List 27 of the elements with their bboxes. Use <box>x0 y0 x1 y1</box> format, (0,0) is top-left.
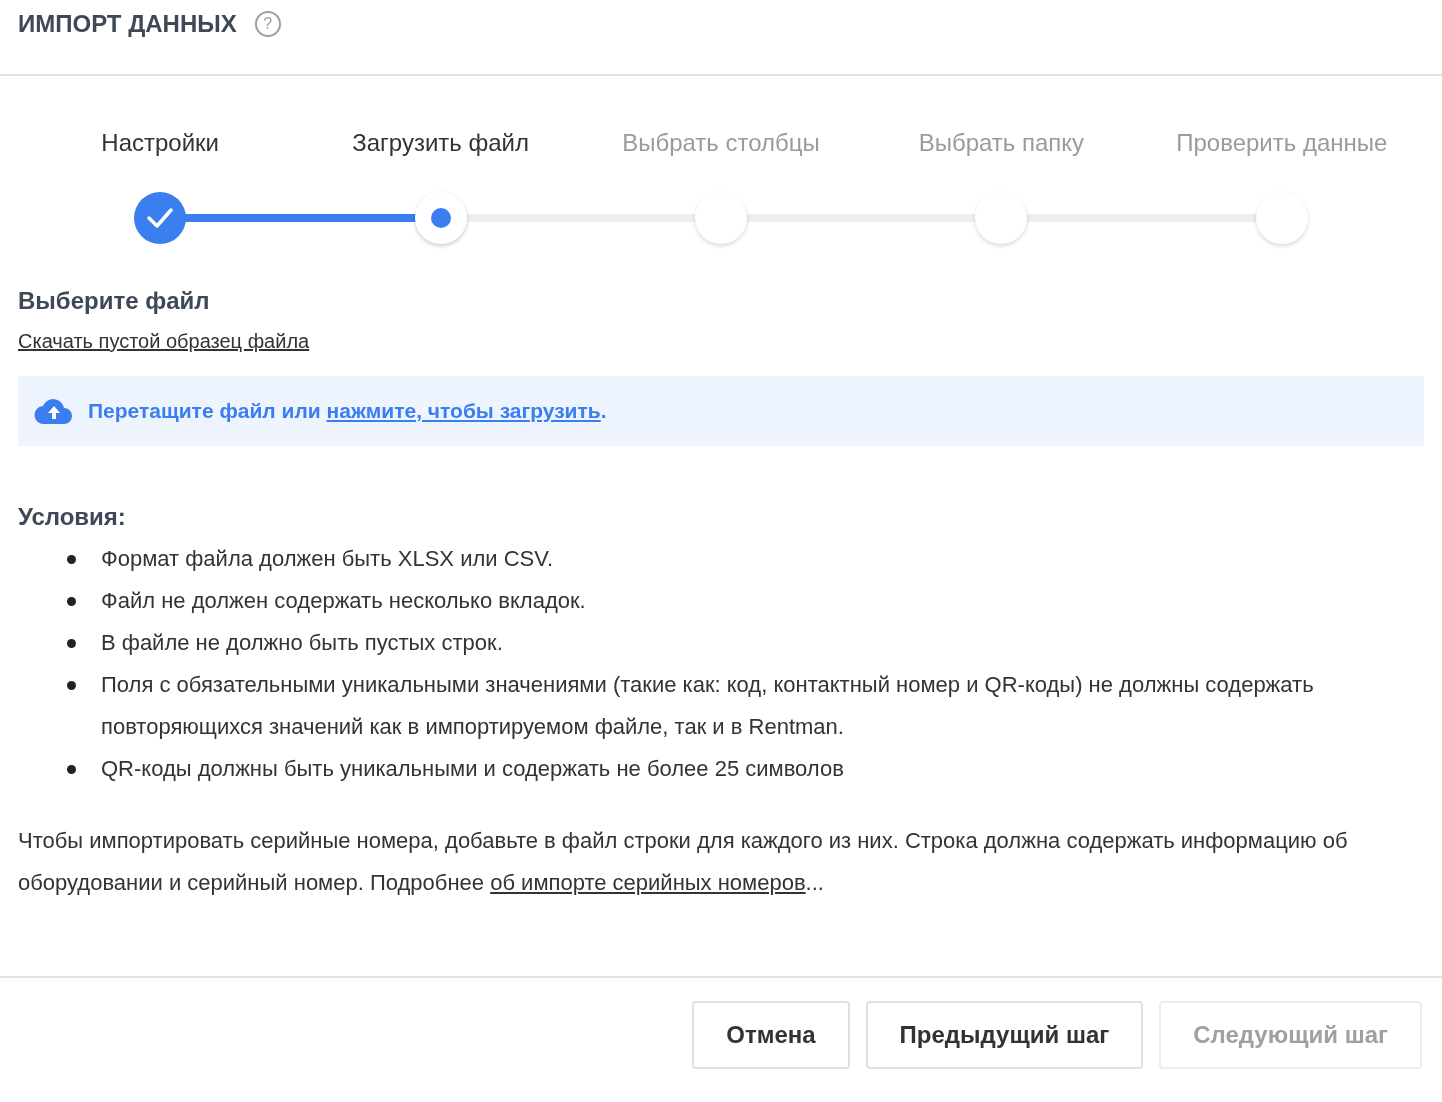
condition-text: В файле не должно быть пустых строк. <box>101 629 503 657</box>
conditions-heading: Условия: <box>18 502 126 532</box>
step-label: Выбрать папку <box>918 128 1085 158</box>
bullet-icon <box>67 639 76 648</box>
bullet-icon <box>67 555 76 564</box>
section-heading: Выберите файл <box>18 286 210 316</box>
dialog-button[interactable]: Отмена <box>692 1001 850 1069</box>
bullet-icon <box>67 681 76 690</box>
condition-text: Формат файла должен быть XLSX или CSV. <box>101 545 553 573</box>
condition-text: Файл не должен содержать несколько вкладок. <box>101 587 586 615</box>
sample-file-link[interactable]: Скачать пустой образец файла <box>18 328 310 354</box>
serial-import-link[interactable]: об импорте серийных номеров <box>490 870 806 895</box>
bullet-icon <box>67 597 76 606</box>
upload-link[interactable]: нажмите, чтобы загрузить <box>326 399 601 423</box>
condition-text: QR-коды должны быть уникальными и содержать не более 25 символов <box>101 755 844 783</box>
condition-text: Поля с обязательными уникальными значениями (такие как: код, контактный номер и QR-коды) не должны содержать повторяющихся значений как в импортируемом файле, так и в Rentman. <box>101 671 1315 741</box>
cloud-upload-icon <box>34 397 74 425</box>
step-label: Настройки <box>101 128 220 158</box>
step-label: Загрузить файл <box>352 128 529 158</box>
dropzone[interactable]: Перетащите файл или нажмите, чтобы загрузить. <box>18 376 1424 446</box>
step-label: Выбрать столбцы <box>622 128 820 158</box>
dialog-button[interactable]: Предыдущий шаг <box>865 1001 1144 1069</box>
step-label: Проверить данные <box>1176 128 1388 158</box>
dropzone-text: Перетащите файл или нажмите, чтобы загрузить. <box>88 398 607 425</box>
note-paragraph: Чтобы импортировать серийные номера, добавьте в файл строки для каждого из них. Строка должна содержать информацию об оборудовании и серийный номер. Подробнее об импорте серийных номеров... <box>18 827 1349 897</box>
bullet-icon <box>67 765 76 774</box>
dialog-title: ИМПОРТ ДАННЫХ <box>18 9 237 39</box>
